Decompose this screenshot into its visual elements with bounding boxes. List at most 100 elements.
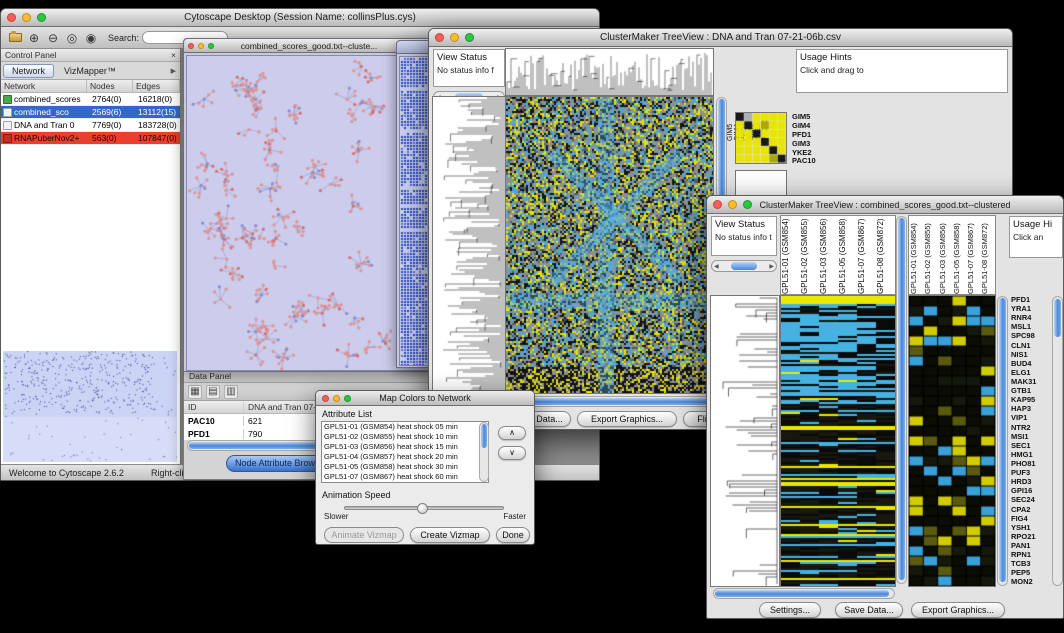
control-panel: Control Panel × Network VizMapper™ ▶ Net… bbox=[1, 49, 181, 464]
gene-label: HMG1 bbox=[1011, 451, 1051, 459]
export-graphics-button[interactable]: Export Graphics... bbox=[911, 602, 1005, 618]
status-hscrollbar[interactable]: ◀ ▶ bbox=[711, 260, 777, 272]
move-up-button[interactable]: ∧ bbox=[498, 426, 526, 440]
attribute-list-item[interactable]: GPL51-01 (GSM854) heat shock 05 min bbox=[322, 422, 488, 432]
close-button[interactable] bbox=[713, 200, 722, 209]
gene-label: PHO81 bbox=[1011, 460, 1051, 468]
gene-label: PAC10 bbox=[792, 157, 832, 165]
control-panel-tabs: Network VizMapper™ ▶ bbox=[1, 62, 180, 80]
network-row[interactable]: DNA and Tran 0 7769(0) 183728(0) bbox=[1, 119, 180, 132]
faster-label: Faster bbox=[503, 512, 526, 521]
network-row-selected[interactable]: combined_sco 2569(6) 13112(15) bbox=[1, 106, 180, 119]
close-button[interactable] bbox=[188, 43, 194, 49]
delete-attribute-icon[interactable]: ▥ bbox=[224, 385, 238, 399]
zoom-out-icon[interactable]: ⊖ bbox=[45, 30, 61, 46]
gene-label: RNR4 bbox=[1011, 314, 1051, 322]
gene-label: PFD1 bbox=[792, 131, 832, 139]
network-row[interactable]: combined_scores 2764(0) 16218(0) bbox=[1, 93, 180, 106]
tab-overflow-icon[interactable]: ▶ bbox=[171, 67, 178, 75]
row-dendrogram-canvas[interactable] bbox=[711, 296, 779, 586]
gene-label: RPO21 bbox=[1011, 533, 1051, 541]
birdseye-canvas[interactable] bbox=[3, 351, 177, 462]
animate-vizmap-button[interactable]: Animate Vizmap bbox=[324, 527, 404, 543]
gene-label: GIM3 bbox=[792, 140, 832, 148]
global-vscrollbar[interactable] bbox=[896, 216, 907, 584]
scroll-left-icon[interactable]: ◀ bbox=[714, 263, 719, 270]
minimize-button[interactable] bbox=[728, 200, 737, 209]
save-data-button[interactable]: Save Data... bbox=[835, 602, 903, 618]
maximize-button[interactable] bbox=[743, 200, 752, 209]
gene-label-list: PFD1YRA1RNR4MSL1SPC98CLN1NIS1BUD4ELG1MAK… bbox=[1011, 296, 1051, 586]
zoom-fit-icon[interactable]: ◎ bbox=[64, 30, 80, 46]
minimize-button[interactable] bbox=[22, 13, 31, 22]
attribute-list-item[interactable]: GPL51-05 (GSM858) heat shock 30 min bbox=[322, 462, 488, 472]
close-button[interactable] bbox=[7, 13, 16, 22]
select-attributes-icon[interactable]: ▦ bbox=[188, 385, 202, 399]
close-panel-icon[interactable]: × bbox=[171, 50, 176, 60]
attribute-list: GPL51-01 (GSM854) heat shock 05 minGPL51… bbox=[321, 421, 489, 483]
tab-vizmapper[interactable]: VizMapper™ bbox=[56, 65, 124, 77]
gene-label: FIG4 bbox=[1011, 515, 1051, 523]
minimize-button[interactable] bbox=[450, 33, 459, 42]
global-heatmap-canvas[interactable] bbox=[781, 296, 895, 586]
network-doc-icon bbox=[3, 108, 12, 117]
scroll-right-icon[interactable]: ▶ bbox=[769, 263, 774, 270]
gene-list-vscrollbar[interactable] bbox=[1052, 296, 1063, 586]
create-attribute-icon[interactable]: ▤ bbox=[206, 385, 220, 399]
maximize-button[interactable] bbox=[344, 395, 351, 402]
gene-label: BUD4 bbox=[1011, 360, 1051, 368]
treeview-titlebar[interactable]: ClusterMaker TreeView : combined_scores_… bbox=[707, 196, 1063, 214]
settings-button[interactable]: Settings... bbox=[759, 602, 821, 618]
animation-speed-slider[interactable] bbox=[344, 506, 504, 510]
gene-label: RPN1 bbox=[1011, 551, 1051, 559]
gene-label: MSL1 bbox=[1011, 323, 1051, 331]
move-down-button[interactable]: ∨ bbox=[498, 446, 526, 460]
maximize-button[interactable] bbox=[465, 33, 474, 42]
row-dendrogram-canvas[interactable] bbox=[433, 97, 505, 393]
maximize-button[interactable] bbox=[208, 43, 214, 49]
close-button[interactable] bbox=[435, 33, 444, 42]
correlation-thumbnail-canvas bbox=[736, 113, 786, 163]
zoom-vscrollbar[interactable] bbox=[997, 296, 1008, 586]
tab-network[interactable]: Network bbox=[3, 64, 54, 78]
attribute-list-vscrollbar[interactable] bbox=[479, 422, 489, 482]
attribute-list-item[interactable]: GPL51-02 (GSM855) heat shock 10 min bbox=[322, 432, 488, 442]
search-label: Search: bbox=[108, 33, 139, 43]
column-dendrogram-canvas[interactable] bbox=[506, 49, 713, 95]
zoom-selected-icon[interactable]: ◉ bbox=[83, 30, 99, 46]
open-file-icon[interactable] bbox=[7, 30, 23, 46]
global-hscrollbar[interactable] bbox=[713, 588, 895, 599]
column-labels-global: GPL51-01 (GSM854)GPL51-02 (GSM855)GPL51-… bbox=[781, 216, 895, 294]
gene-label: SEC24 bbox=[1011, 496, 1051, 504]
network-doc-icon bbox=[3, 134, 12, 143]
treeview-titlebar[interactable]: ClusterMaker TreeView : DNA and Tran 07-… bbox=[429, 29, 1012, 47]
minimize-button[interactable] bbox=[198, 43, 204, 49]
minimize-button[interactable] bbox=[333, 395, 340, 402]
slider-thumb[interactable] bbox=[417, 503, 428, 514]
gene-label: CLN1 bbox=[1011, 342, 1051, 350]
heatmap-canvas[interactable] bbox=[506, 97, 713, 393]
gene-label: MSI1 bbox=[1011, 433, 1051, 441]
heatmap-hscrollbar[interactable] bbox=[506, 396, 713, 407]
close-button[interactable] bbox=[322, 395, 329, 402]
network-row-alert[interactable]: RNAPuberNov2+ 563(0) 107847(0) bbox=[1, 132, 180, 145]
dialog-titlebar[interactable]: Map Colors to Network bbox=[316, 391, 534, 406]
create-vizmap-button[interactable]: Create Vizmap bbox=[410, 527, 490, 543]
export-graphics-button[interactable]: Export Graphics... bbox=[577, 411, 677, 427]
view-status-box: View Status No status info f bbox=[433, 49, 505, 87]
thumbnail-gene-labels: GIM5GIM4PFD1GIM3YKE2PAC10 bbox=[792, 113, 832, 165]
main-titlebar[interactable]: Cytoscape Desktop (Session Name: collins… bbox=[1, 9, 599, 27]
done-button[interactable]: Done bbox=[496, 527, 530, 543]
status-welcome: Welcome to Cytoscape 2.6.2 bbox=[9, 468, 124, 478]
column-label: GPL51-05 (GSM858) bbox=[952, 216, 966, 294]
attribute-list-item[interactable]: GPL51-07 (GSM867) heat shock 60 min bbox=[322, 472, 488, 482]
control-panel-title: Control Panel bbox=[5, 50, 57, 60]
column-label: GPL51-01 (GSM854) bbox=[781, 216, 800, 294]
gene-label: PUF3 bbox=[1011, 469, 1051, 477]
zoom-in-icon[interactable]: ⊕ bbox=[26, 30, 42, 46]
attribute-list-item[interactable]: GPL51-03 (GSM856) heat shock 15 min bbox=[322, 442, 488, 452]
zoom-heatmap-canvas[interactable] bbox=[909, 296, 995, 586]
column-label: GPL51-02 (GSM855) bbox=[923, 216, 937, 294]
maximize-button[interactable] bbox=[37, 13, 46, 22]
attribute-list-item[interactable]: GPL51-04 (GSM857) heat shock 20 min bbox=[322, 452, 488, 462]
